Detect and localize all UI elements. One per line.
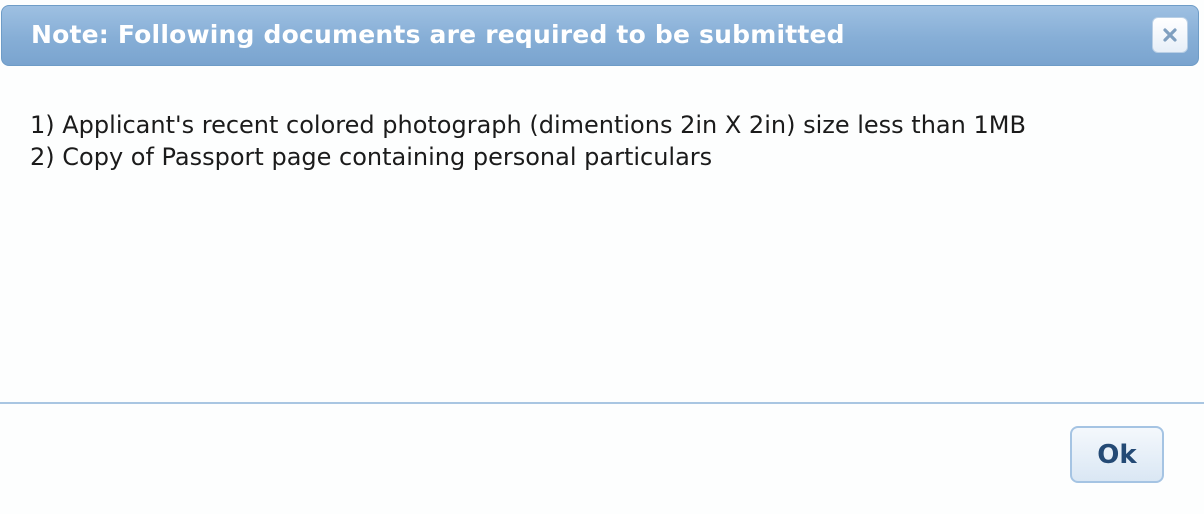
ok-button[interactable]: Ok xyxy=(1070,426,1164,483)
footer-divider xyxy=(0,402,1204,404)
document-item-passport: 2) Copy of Passport page containing pers… xyxy=(30,143,713,171)
close-icon xyxy=(1163,28,1177,42)
dialog-titlebar: Note: Following documents are required t… xyxy=(1,5,1199,66)
required-documents-dialog: Note: Following documents are required t… xyxy=(0,0,1204,514)
dialog-title: Note: Following documents are required t… xyxy=(31,20,845,49)
document-item-photograph: 1) Applicant's recent colored photograph… xyxy=(30,111,1026,139)
close-button[interactable] xyxy=(1152,17,1188,53)
dialog-body: 1) Applicant's recent colored photograph… xyxy=(30,109,1026,173)
